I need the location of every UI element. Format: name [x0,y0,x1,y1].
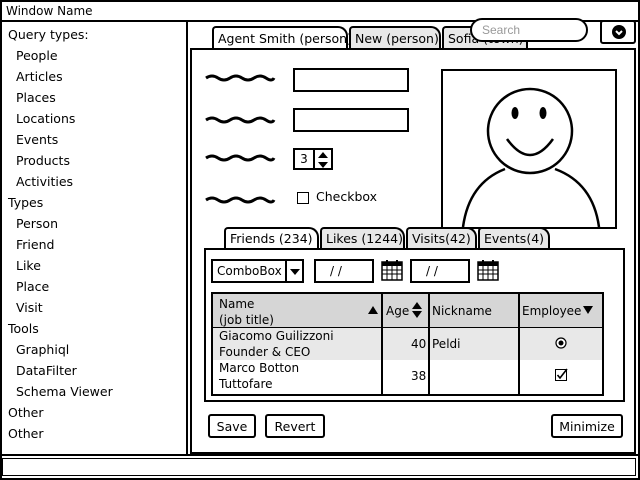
combobox[interactable]: ComboBox [211,259,304,283]
sidebar-item-other[interactable]: Other [8,423,186,444]
sidebar-item-locations[interactable]: Locations [8,108,186,129]
chevron-down-icon [612,25,626,39]
window-menu-button[interactable] [600,20,636,44]
sidebar: Query types: People Articles Places Location… [0,22,188,456]
search-input[interactable] [470,18,588,42]
sidebar-item-place[interactable]: Place [8,276,186,297]
calendar-icon[interactable] [476,258,500,282]
sidebar-item-products[interactable]: Products [8,150,186,171]
status-field [2,458,636,476]
tab-label: Friends (234) [230,231,313,246]
text-field-2[interactable] [293,108,409,132]
tab-label: New (person) [355,31,439,46]
sidebar-item-activities[interactable]: Activities [8,171,186,192]
table-row-age: 38 [411,369,427,383]
tab-label: Agent Smith (person) [218,31,352,46]
tab-visits[interactable]: Visits(42) [406,227,477,249]
column-separator [428,294,430,394]
field-label-4 [205,196,276,204]
sidebar-item-places[interactable]: Places [8,87,186,108]
field-label-2 [205,116,276,124]
person-name: Giacomo Guilizzoni [219,329,334,343]
checkbox[interactable] [297,192,309,204]
tab-new-person[interactable]: New (person) [349,26,441,50]
tab-label: Events(4) [484,231,545,246]
table-row-name[interactable]: Marco Botton Tuttofare [219,360,299,392]
column-header-nickname[interactable]: Nickname [432,303,492,319]
combobox-value: ComboBox [217,264,282,278]
tab-likes[interactable]: Likes (1244) [320,227,405,249]
sidebar-item-articles[interactable]: Articles [8,66,186,87]
form-labels [205,74,276,204]
sidebar-item-other[interactable]: Other [8,402,186,423]
sidebar-item-person[interactable]: Person [8,213,186,234]
tab-events[interactable]: Events(4) [478,227,550,249]
data-grid: Name (job title) Age Nickname Employee G… [211,292,604,396]
checkbox-checked-icon[interactable] [555,368,568,381]
sidebar-item-query-types[interactable]: Query types: [8,24,186,45]
sidebar-item-people[interactable]: People [8,45,186,66]
chevron-down-icon[interactable] [285,261,303,281]
checkbox-label: Checkbox [316,189,378,204]
sidebar-item-tools[interactable]: Tools [8,318,186,339]
sidebar-list: Query types: People Articles Places Location… [8,24,186,444]
field-label-1 [205,74,276,82]
window-title: Window Name [6,4,93,18]
sidebar-item-types[interactable]: Types [8,192,186,213]
person-icon [461,87,601,228]
down-arrow-icon [318,162,328,168]
table-row-name[interactable]: Giacomo Guilizzoni Founder & CEO [219,328,334,360]
sidebar-item-datafilter[interactable]: DataFilter [8,360,186,381]
sort-up-icon[interactable] [368,306,378,314]
tab-friends[interactable]: Friends (234) [224,227,319,249]
date-from-field[interactable]: / / [314,259,374,283]
date-to-field[interactable]: / / [410,259,470,283]
sidebar-item-events[interactable]: Events [8,129,186,150]
revert-button[interactable]: Revert [265,414,325,438]
column-separator [381,294,383,394]
tab-label: Visits(42) [412,231,471,246]
column-header-age[interactable]: Age [386,303,409,319]
date-to-value: / / [426,264,438,278]
stepper-value: 3 [300,152,308,166]
sidebar-item-schema-viewer[interactable]: Schema Viewer [8,381,186,402]
column-label: Nickname [432,304,492,318]
save-button[interactable]: Save [208,414,256,438]
field-label-3 [205,154,276,162]
minimize-button[interactable]: Minimize [551,414,623,438]
avatar [441,69,617,229]
sidebar-item-friend[interactable]: Friend [8,234,186,255]
sidebar-item-like[interactable]: Like [8,255,186,276]
radio-selected-icon[interactable] [555,337,567,349]
tab-label: Likes (1244) [326,231,403,246]
table-row-nickname: Peldi [432,337,461,351]
sidebar-item-visit[interactable]: Visit [8,297,186,318]
stepper-buttons[interactable] [315,148,333,170]
column-header-name[interactable]: Name (job title) [219,296,274,328]
sidebar-item-graphiql[interactable]: Graphiql [8,339,186,360]
column-label: Employee [522,304,582,318]
table-row-age: 40 [411,337,427,351]
column-header-employee[interactable]: Employee [522,303,581,319]
sort-icon[interactable] [412,302,422,318]
text-field-1[interactable] [293,68,409,92]
quantity-stepper[interactable]: 3 [293,148,315,170]
sort-down-icon[interactable] [583,306,593,314]
person-title: Founder & CEO [219,345,311,359]
column-label: Name [219,297,255,311]
up-arrow-icon [318,152,328,158]
column-sublabel: (job title) [219,313,274,327]
person-title: Tuttofare [219,377,273,391]
tab-agent-smith[interactable]: Agent Smith (person) [212,26,352,50]
person-name: Marco Botton [219,361,300,375]
column-separator [518,294,520,394]
date-from-value: / / [330,264,342,278]
column-label: Age [386,304,410,318]
calendar-icon[interactable] [380,258,404,282]
